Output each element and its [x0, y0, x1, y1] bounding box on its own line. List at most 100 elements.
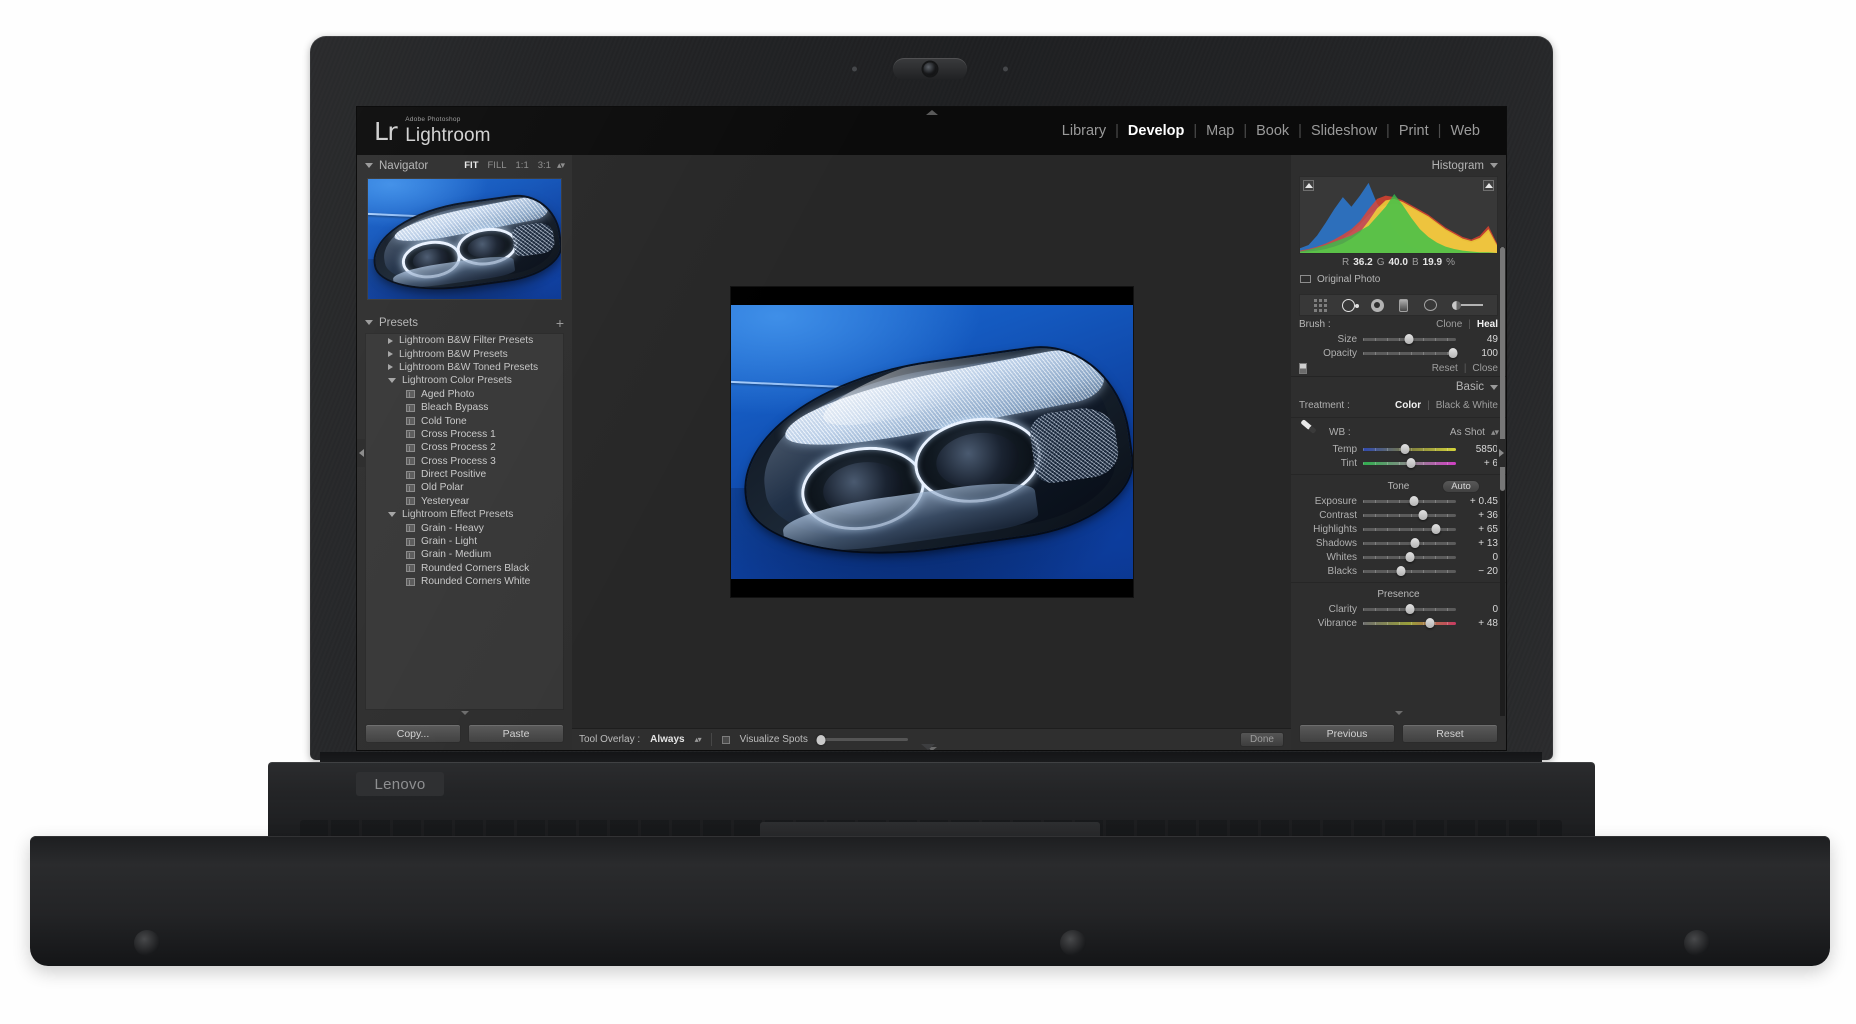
- tone-exposure-value[interactable]: + 0.45: [1462, 496, 1498, 507]
- paste-button[interactable]: Paste: [468, 724, 564, 743]
- image-stage[interactable]: [572, 155, 1291, 728]
- previous-button[interactable]: Previous: [1299, 724, 1395, 743]
- basic-panel-header[interactable]: Basic: [1291, 376, 1506, 397]
- presence-vibrance-slider-knob[interactable]: [1425, 618, 1435, 628]
- presets-header[interactable]: Presets +: [357, 312, 572, 333]
- spot-opacity-value[interactable]: 100: [1462, 348, 1498, 359]
- wb-tint-slider[interactable]: [1363, 458, 1456, 468]
- tone-shadows-slider-knob[interactable]: [1410, 538, 1420, 548]
- preset-group[interactable]: Lightroom Color Presets: [366, 374, 563, 387]
- navigator-zoom-fill[interactable]: FILL: [488, 160, 507, 171]
- preset-item[interactable]: Cross Process 2: [366, 441, 563, 454]
- reset-button[interactable]: Reset: [1402, 724, 1498, 743]
- visualize-spots-checkbox[interactable]: [721, 735, 730, 744]
- heal-mode-option[interactable]: Heal: [1477, 319, 1498, 330]
- module-web[interactable]: Web: [1442, 123, 1488, 139]
- tone-blacks-slider-knob[interactable]: [1396, 566, 1406, 576]
- original-photo-row[interactable]: Original Photo: [1291, 270, 1506, 288]
- tone-shadows-value[interactable]: + 13: [1462, 538, 1498, 549]
- navigator-zoom-fit[interactable]: FIT: [464, 160, 478, 171]
- tone-highlights-slider[interactable]: [1363, 524, 1456, 534]
- tone-blacks-slider[interactable]: [1363, 566, 1456, 576]
- preset-item[interactable]: Rounded Corners Black: [366, 562, 563, 575]
- top-panel-toggle-arrow[interactable]: [925, 110, 938, 115]
- module-map[interactable]: Map: [1198, 123, 1242, 139]
- right-panel-scrollbar[interactable]: [1500, 247, 1505, 716]
- navigator-zoom-11[interactable]: 1:1: [516, 160, 529, 171]
- tone-contrast-slider-knob[interactable]: [1418, 510, 1428, 520]
- histogram-header[interactable]: Histogram: [1291, 155, 1506, 176]
- preset-group[interactable]: Lightroom Effect Presets: [366, 508, 563, 521]
- spot-removal-tool-icon[interactable]: [1342, 298, 1360, 312]
- spot-opacity-slider[interactable]: [1363, 348, 1458, 358]
- spot-size-slider[interactable]: [1363, 334, 1456, 344]
- copy-button[interactable]: Copy...: [365, 724, 461, 743]
- navigator-preview[interactable]: [367, 178, 562, 300]
- tone-whites-value[interactable]: 0: [1462, 552, 1498, 563]
- wb-tint-slider-knob[interactable]: [1406, 458, 1416, 468]
- preset-item[interactable]: Grain - Light: [366, 535, 563, 548]
- spot-size-slider-knob[interactable]: [1404, 334, 1414, 344]
- wb-stepper-icon[interactable]: ▴▾: [1491, 427, 1499, 438]
- histogram-chart[interactable]: [1299, 176, 1498, 254]
- module-book[interactable]: Book: [1248, 123, 1297, 139]
- preset-item[interactable]: Yesteryear: [366, 495, 563, 508]
- spot-size-value[interactable]: 49: [1462, 334, 1498, 345]
- photo-canvas[interactable]: [730, 304, 1133, 579]
- right-panel-resize-notch[interactable]: [1394, 711, 1403, 715]
- tone-blacks-value[interactable]: − 20: [1462, 566, 1498, 577]
- module-print[interactable]: Print: [1391, 123, 1437, 139]
- navigator-header[interactable]: Navigator FIT FILL 1:1 3:1 ▴▾: [357, 155, 572, 176]
- clone-mode-option[interactable]: Clone: [1436, 319, 1462, 330]
- tone-shadows-slider[interactable]: [1363, 538, 1456, 548]
- before-after-icon[interactable]: [1299, 362, 1307, 374]
- preset-item[interactable]: Grain - Heavy: [366, 521, 563, 534]
- preset-item[interactable]: Cross Process 3: [366, 455, 563, 468]
- preset-group[interactable]: Lightroom B&W Presets: [366, 347, 563, 360]
- done-button[interactable]: Done: [1240, 732, 1284, 747]
- crop-overlay-tool-icon[interactable]: [1313, 298, 1327, 312]
- presence-clarity-value[interactable]: 0: [1462, 604, 1498, 615]
- shadow-clipping-indicator[interactable]: [1303, 180, 1314, 191]
- treatment-bw-option[interactable]: Black & White: [1436, 400, 1498, 411]
- preset-group[interactable]: Lightroom B&W Filter Presets: [366, 334, 563, 347]
- preset-item[interactable]: Aged Photo: [366, 388, 563, 401]
- tone-contrast-slider[interactable]: [1363, 510, 1456, 520]
- wb-temp-value[interactable]: 5850: [1462, 444, 1498, 455]
- tone-exposure-slider-knob[interactable]: [1409, 496, 1419, 506]
- wb-tint-value[interactable]: + 6: [1462, 458, 1498, 469]
- radial-filter-tool-icon[interactable]: [1423, 299, 1437, 311]
- tool-overlay-value[interactable]: Always: [650, 734, 684, 745]
- preset-item[interactable]: Direct Positive: [366, 468, 563, 481]
- highlight-clipping-indicator[interactable]: [1483, 180, 1494, 191]
- tone-whites-slider[interactable]: [1363, 552, 1456, 562]
- preset-group[interactable]: Lightroom B&W Toned Presets: [366, 361, 563, 374]
- wb-value[interactable]: As Shot: [1450, 427, 1485, 438]
- add-preset-icon[interactable]: +: [556, 316, 564, 330]
- presence-clarity-slider[interactable]: [1363, 604, 1456, 614]
- module-library[interactable]: Library: [1054, 123, 1114, 139]
- preset-item[interactable]: Cold Tone: [366, 414, 563, 427]
- spot-opacity-slider-knob[interactable]: [1448, 348, 1458, 358]
- preset-item[interactable]: Old Polar: [366, 481, 563, 494]
- navigator-stepper-icon[interactable]: ▴▾: [557, 160, 565, 171]
- module-slideshow[interactable]: Slideshow: [1303, 123, 1385, 139]
- navigator-zoom-31[interactable]: 3:1: [538, 160, 551, 171]
- treatment-color-option[interactable]: Color: [1395, 400, 1421, 411]
- presets-list[interactable]: Lightroom B&W Filter Presets Lightroom B&…: [365, 333, 564, 710]
- visualize-spots-slider[interactable]: [816, 734, 908, 745]
- tone-contrast-value[interactable]: + 36: [1462, 510, 1498, 521]
- preset-item[interactable]: Bleach Bypass: [366, 401, 563, 414]
- tone-exposure-slider[interactable]: [1363, 496, 1456, 506]
- preset-item[interactable]: Rounded Corners White: [366, 575, 563, 588]
- spot-close-button[interactable]: Close: [1472, 363, 1498, 374]
- tone-highlights-value[interactable]: + 65: [1462, 524, 1498, 535]
- white-balance-eyedropper-icon[interactable]: [1299, 419, 1319, 442]
- tone-whites-slider-knob[interactable]: [1405, 552, 1414, 562]
- tone-highlights-slider-knob[interactable]: [1431, 524, 1441, 534]
- adjustment-brush-tool-icon[interactable]: [1452, 300, 1484, 310]
- presence-clarity-slider-knob[interactable]: [1405, 604, 1414, 614]
- preset-item[interactable]: Cross Process 1: [366, 428, 563, 441]
- left-panel-resize-notch[interactable]: [460, 711, 469, 715]
- wb-temp-slider[interactable]: [1363, 444, 1456, 454]
